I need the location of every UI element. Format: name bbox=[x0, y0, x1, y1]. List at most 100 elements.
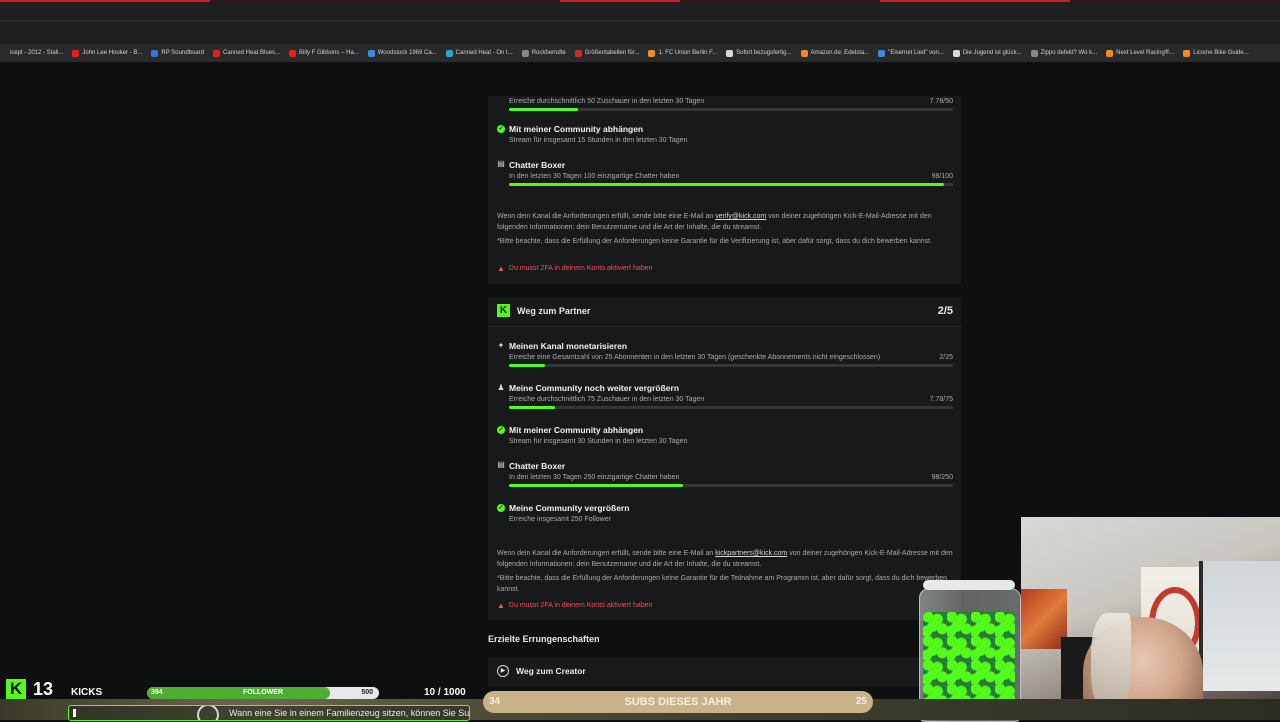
bookmark-item[interactable]: Die Jugend ist glück... bbox=[952, 49, 1022, 57]
progress-fill bbox=[509, 183, 945, 186]
bookmark-item[interactable]: Canned Heat Blues... bbox=[213, 49, 281, 57]
bookmark-item[interactable]: "Eisernet Lied" von... bbox=[878, 49, 944, 57]
ticker-text: Wann eine Sie in einem Familienzeug sitz… bbox=[229, 708, 470, 718]
bookmark-label: 1. FC Union Berlin F... bbox=[658, 50, 718, 56]
youtube-icon bbox=[289, 49, 297, 57]
site-icon bbox=[445, 49, 453, 57]
bookmark-label: icept - 2012 - Stali... bbox=[10, 50, 64, 56]
requirement-desc: Erreiche insgesamt 250 Follower bbox=[509, 516, 611, 523]
requirement-chatter-250: Chatter Boxer In den letzten 30 Tagen 25… bbox=[509, 461, 953, 487]
bookmark-item[interactable]: Rockberndte bbox=[521, 49, 566, 57]
bookmark-label: Licome Bike Guide... bbox=[1193, 50, 1249, 56]
bookmark-label: Zippo defekt? Wo k... bbox=[1040, 50, 1098, 56]
requirement-hangout-15: Mit meiner Community abhängen Stream für… bbox=[509, 124, 953, 144]
requirement-title: Meinen Kanal monetarisieren bbox=[509, 341, 628, 351]
amazon-icon bbox=[1183, 49, 1191, 57]
bookmark-item[interactable]: Canned Heat - On t... bbox=[445, 49, 513, 57]
sparkle-icon: ✦ bbox=[497, 341, 505, 350]
ticker-circle-icon bbox=[197, 706, 219, 720]
creator-disclaimer: *Bitte beachte, dass die Erfüllung der A… bbox=[497, 238, 933, 245]
note-text: Wenn dein Kanal die Anforderungen erfüll… bbox=[497, 550, 716, 557]
webcam-feed: RACIN bbox=[1021, 517, 1280, 720]
amazon-icon bbox=[648, 49, 656, 57]
page-background bbox=[0, 62, 1280, 96]
address-bar[interactable] bbox=[0, 20, 1280, 22]
requirement-progress-text: 7.78/75 bbox=[929, 396, 953, 403]
warning-icon: ▲ bbox=[497, 264, 505, 273]
bookmark-label: John Lee Hooker - B... bbox=[82, 50, 143, 56]
requirement-title: Mit meiner Community abhängen bbox=[509, 124, 644, 134]
creator-email-note: Wenn dein Kanal die Anforderungen erfüll… bbox=[497, 212, 955, 233]
requirement-desc: Erreiche eine Gesamtzahl von 25 Abonnent… bbox=[509, 354, 881, 361]
bookmark-item[interactable]: Amazon.de: Edelsta... bbox=[800, 49, 870, 57]
bookmark-item[interactable]: Größentabellen für... bbox=[574, 49, 639, 57]
requirement-followers-250: Meine Community vergrößern Erreiche insg… bbox=[509, 503, 953, 523]
warning-text: Du musst 2FA in deinem Konto aktiviert h… bbox=[508, 602, 653, 609]
progress-bar bbox=[509, 484, 953, 487]
progress-fill bbox=[509, 406, 556, 409]
app-icon bbox=[151, 49, 159, 57]
progress-bar bbox=[509, 108, 953, 111]
requirement-desc: Erreiche durchschnittlich 50 Zuschauer i… bbox=[509, 98, 705, 105]
progress-fill bbox=[509, 364, 545, 367]
partner-disclaimer: *Bitte beachte, dass die Erfüllung der A… bbox=[497, 575, 948, 593]
bookmark-item[interactable]: icept - 2012 - Stali... bbox=[0, 49, 64, 57]
subs-label: SUBS DIESES JAHR bbox=[624, 696, 732, 708]
partner-header: K Weg zum Partner 2/5 bbox=[497, 304, 953, 317]
site-icon bbox=[952, 49, 960, 57]
youtube-icon bbox=[213, 49, 220, 57]
bookmark-item[interactable]: Licome Bike Guide... bbox=[1183, 49, 1249, 57]
streamer-hair bbox=[1091, 613, 1131, 713]
verify-email-link[interactable]: verify@kick.com bbox=[715, 213, 766, 220]
warning-text: Du musst 2FA in deinem Konto aktiviert h… bbox=[508, 265, 653, 272]
kicks-label: KICKS bbox=[71, 687, 103, 698]
bookmark-label: Next Level Racing®... bbox=[1116, 50, 1175, 56]
kick-logo-icon: K bbox=[497, 304, 510, 317]
requirement-progress-text: 98/100 bbox=[931, 173, 953, 180]
requirement-desc: In den letzten 30 Tagen 250 einzigartige… bbox=[509, 474, 680, 481]
bookmark-item[interactable]: RP Soundboard bbox=[151, 49, 204, 57]
requirement-hangout-30: Mit meiner Community abhängen Stream für… bbox=[509, 425, 953, 445]
amazon-icon bbox=[1106, 49, 1114, 57]
bookmark-item[interactable]: Sofort bezugsfertig... bbox=[726, 49, 792, 57]
partner-2fa-warning: ▲ Du musst 2FA in deinem Konto aktiviert … bbox=[497, 601, 653, 610]
check-icon: ✓ bbox=[497, 504, 505, 512]
partner-title: Weg zum Partner bbox=[517, 305, 591, 316]
kick-logo-icon: K bbox=[6, 679, 26, 699]
bookmark-item[interactable]: Next Level Racing®... bbox=[1106, 49, 1175, 57]
amazon-icon bbox=[800, 49, 808, 57]
bookmark-label: Amazon.de: Edelsta... bbox=[810, 50, 870, 56]
site-icon bbox=[574, 49, 582, 57]
requirement-monetize: Meinen Kanal monetarisieren Erreiche ein… bbox=[509, 341, 953, 367]
requirement-title: Meine Community vergrößern bbox=[509, 503, 630, 513]
requirement-title: Chatter Boxer bbox=[509, 461, 566, 471]
creator-2fa-warning: ▲ Du musst 2FA in deinem Konto aktiviert … bbox=[497, 264, 653, 273]
bookmark-item[interactable]: Zippo defekt? Wo k... bbox=[1030, 49, 1098, 57]
requirement-progress-text: 98/250 bbox=[931, 474, 953, 481]
bookmark-item[interactable]: 1. FC Union Berlin F... bbox=[648, 49, 718, 57]
bookmark-label: Sofort bezugsfertig... bbox=[736, 50, 792, 56]
requirement-viewers-75: Meine Community noch weiter vergrößern E… bbox=[509, 383, 953, 409]
bookmark-item[interactable]: Billy F Gibbons – Ha... bbox=[289, 49, 359, 57]
tab-strip bbox=[0, 0, 1280, 2]
progress-bar bbox=[509, 364, 953, 367]
follower-goal: 500 bbox=[361, 689, 373, 696]
kick-count: 13 bbox=[33, 679, 54, 699]
progress-bar bbox=[509, 183, 953, 186]
requirement-viewers-50: Erreiche durchschnittlich 50 Zuschauer i… bbox=[509, 95, 953, 111]
subs-goal-bar: 34 SUBS DIESES JAHR 25 bbox=[483, 691, 873, 713]
progress-bar bbox=[509, 406, 953, 409]
window bbox=[1199, 561, 1280, 691]
bookmark-item[interactable]: John Lee Hooker - B... bbox=[72, 49, 143, 57]
requirement-title: Chatter Boxer bbox=[509, 160, 566, 170]
partner-email-link[interactable]: kickpartners@kick.com bbox=[715, 550, 787, 557]
chat-icon: ▤ bbox=[497, 460, 505, 469]
requirement-chatter-100: Chatter Boxer In den letzten 30 Tagen 10… bbox=[509, 160, 953, 186]
ticker-bar: Wann eine Sie in einem Familienzeug sitz… bbox=[68, 705, 470, 721]
bookmark-item[interactable]: Woodstock 1969 Ca... bbox=[367, 49, 437, 57]
achievement-item[interactable]: ▶ Weg zum Creator bbox=[497, 665, 586, 677]
bookmark-label: Canned Heat Blues... bbox=[223, 50, 281, 56]
requirement-desc: Erreiche durchschnittlich 75 Zuschauer i… bbox=[509, 396, 705, 403]
subs-goal: 25 bbox=[855, 696, 867, 707]
bookmarks-bar: icept - 2012 - Stali... John Lee Hooker -… bbox=[0, 44, 1280, 62]
